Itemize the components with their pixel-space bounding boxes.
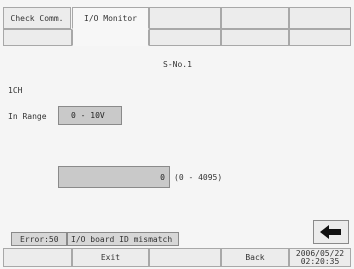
tab-io-monitor-label: I/O Monitor	[84, 13, 137, 23]
tab-check-comm[interactable]: Check Comm.	[3, 7, 71, 29]
footer-cell-1	[3, 248, 72, 267]
io-monitor-screen: Check Comm. I/O Monitor S-No.1 1CH In Ra…	[0, 0, 354, 269]
tab-empty-3[interactable]	[149, 7, 221, 29]
tab-empty-4[interactable]	[221, 7, 289, 29]
clock-display: 2006/05/22 02:20:35	[289, 248, 351, 267]
tab-io-monitor[interactable]: I/O Monitor	[72, 7, 149, 29]
reading-range-note: (0 - 4095)	[174, 173, 223, 182]
blank-cell-2	[72, 29, 149, 46]
error-code: Error:50	[11, 232, 67, 246]
back-arrow-button[interactable]	[313, 220, 349, 244]
left-arrow-icon	[320, 225, 341, 239]
error-code-text: Error:50	[20, 234, 59, 244]
range-value: 0 - 10V	[71, 111, 105, 120]
tab-empty-5[interactable]	[289, 7, 351, 29]
range-label: In Range	[8, 112, 47, 121]
blank-cell-5	[289, 29, 351, 46]
station-number: S-No.1	[163, 60, 192, 69]
error-message: I/O board ID mismatch	[67, 232, 179, 246]
blank-cell-1	[3, 29, 72, 46]
channel-label: 1CH	[8, 86, 23, 95]
blank-cell-3	[149, 29, 221, 46]
footer-cell-3	[149, 248, 221, 267]
exit-button-label: Exit	[100, 253, 121, 262]
exit-button[interactable]: Exit	[72, 248, 149, 267]
back-button-label: Back	[245, 253, 265, 262]
reading-value-field: 0	[58, 166, 170, 188]
error-message-text: I/O board ID mismatch	[71, 234, 173, 244]
range-value-field: 0 - 10V	[58, 106, 122, 125]
back-button[interactable]: Back	[221, 248, 289, 267]
tab-check-comm-label: Check Comm.	[10, 13, 64, 23]
blank-cell-4	[221, 29, 289, 46]
reading-value: 0	[160, 172, 165, 182]
clock-time: 02:20:35	[300, 256, 340, 266]
